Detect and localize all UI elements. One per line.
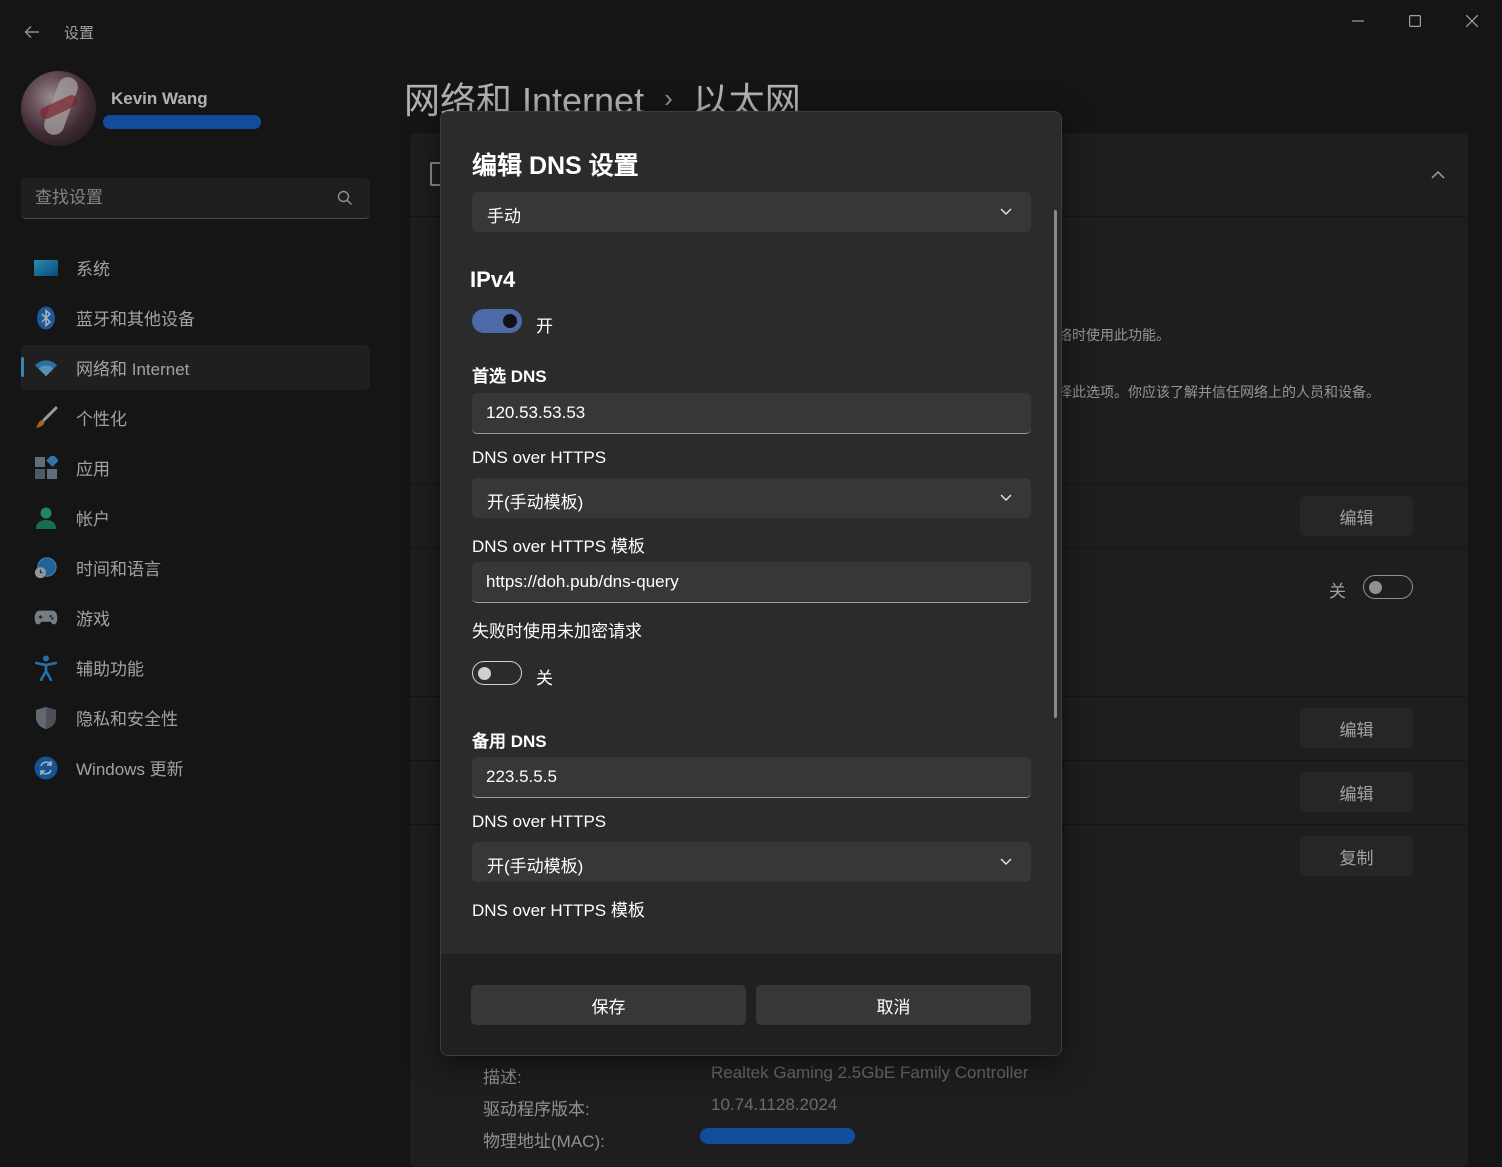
doh-template-field[interactable]: [472, 562, 1031, 603]
dialog-scrollbar[interactable]: [1054, 210, 1057, 718]
dropdown-value: 开(手动模板): [487, 857, 584, 876]
doh-template-label: DNS over HTTPS 模板: [472, 537, 645, 556]
fallback-toggle[interactable]: [472, 661, 522, 685]
preferred-dns-input[interactable]: [472, 393, 1031, 433]
ipv4-heading: IPv4: [470, 267, 516, 292]
save-button[interactable]: 保存: [471, 985, 746, 1025]
alternate-dns-label: 备用 DNS: [472, 732, 547, 751]
chevron-down-icon: [1000, 858, 1012, 865]
settings-window: 设置 Kevin Wang 系统 蓝牙和其他设备: [0, 0, 1502, 1167]
dialog-footer: 保存 取消: [441, 954, 1061, 1055]
alternate-dns-input[interactable]: [472, 757, 1031, 797]
dropdown-value: 手动: [487, 207, 521, 226]
cancel-button[interactable]: 取消: [756, 985, 1031, 1025]
fallback-label: 失败时使用未加密请求: [472, 622, 642, 641]
fallback-toggle-label: 关: [536, 669, 553, 688]
alt-doh-label: DNS over HTTPS: [472, 812, 607, 831]
alternate-dns-field[interactable]: [472, 757, 1031, 798]
preferred-doh-dropdown[interactable]: 开(手动模板): [472, 478, 1031, 518]
alternate-doh-dropdown[interactable]: 开(手动模板): [472, 842, 1031, 882]
chevron-down-icon: [1000, 208, 1012, 215]
ipv4-toggle-label: 开: [536, 317, 553, 336]
doh-template-input[interactable]: [472, 562, 1031, 602]
preferred-dns-field[interactable]: [472, 393, 1031, 434]
dropdown-value: 开(手动模板): [487, 493, 584, 512]
edit-dns-dialog: 编辑 DNS 设置 手动 IPv4 开 首选 DNS DNS over HTTP…: [440, 111, 1062, 1056]
chevron-down-icon: [1000, 494, 1012, 501]
dialog-title: 编辑 DNS 设置: [472, 152, 639, 180]
alt-doh-template-label: DNS over HTTPS 模板: [472, 901, 645, 920]
preferred-dns-label: 首选 DNS: [472, 367, 547, 386]
dns-mode-dropdown[interactable]: 手动: [472, 192, 1031, 232]
doh-label: DNS over HTTPS: [472, 448, 607, 467]
ipv4-toggle[interactable]: [472, 309, 522, 333]
